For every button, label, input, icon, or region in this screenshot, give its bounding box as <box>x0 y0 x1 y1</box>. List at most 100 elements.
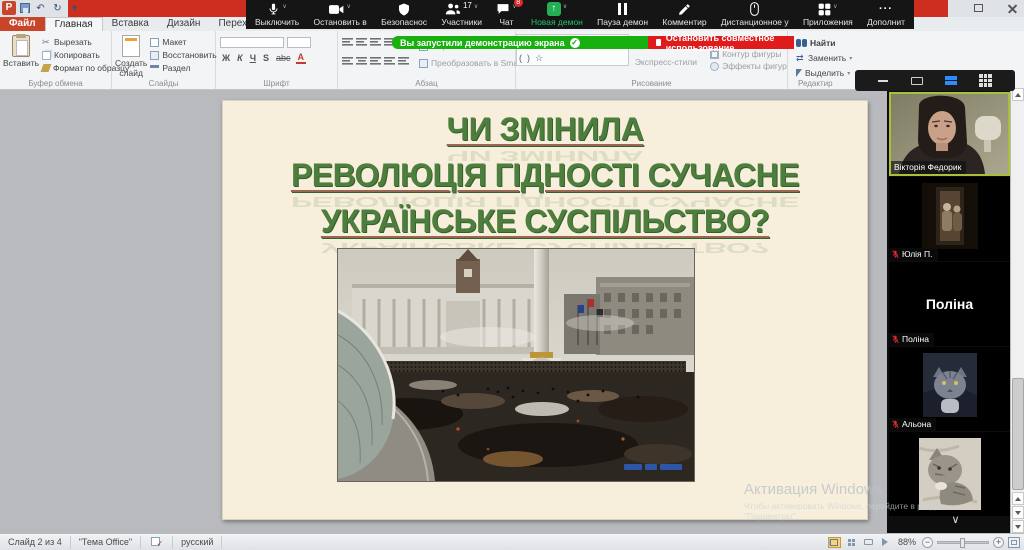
font-size-input[interactable] <box>287 37 311 48</box>
chat-button[interactable]: 8∨ Чат <box>493 0 519 29</box>
maidan-photo[interactable] <box>338 249 694 481</box>
scroll-down-button[interactable] <box>1012 520 1024 533</box>
shape-icon[interactable]: ☆ <box>535 51 543 65</box>
slide-indicator[interactable]: Слайд 2 из 4 <box>0 536 71 549</box>
new-share-button[interactable]: ↑∨ Новая демон <box>528 0 586 29</box>
shape-icon[interactable]: ( <box>519 51 522 65</box>
columns-icon[interactable] <box>398 57 409 65</box>
align-right-icon[interactable] <box>370 57 381 65</box>
stop-icon <box>656 39 661 46</box>
replace-button[interactable]: ⇄Заменить▾ <box>796 52 912 64</box>
undo-icon[interactable]: ↶ <box>34 2 47 15</box>
zoom-slider[interactable] <box>937 541 989 544</box>
reset-button[interactable]: Восстановить <box>150 49 216 61</box>
chevron-down-icon[interactable]: ∨ <box>346 3 350 10</box>
clipboard-icon <box>12 35 30 57</box>
zoom-out-button[interactable]: − <box>922 537 933 548</box>
bold-icon[interactable]: Ж <box>220 53 232 63</box>
participant-tile[interactable]: Поліна Поліна <box>889 262 1010 346</box>
slide-title[interactable]: ЧИ ЗМІНИЛАЧИ ЗМІНИЛА РЕВОЛЮЦІЯ ГІДНОСТІ … <box>233 109 857 247</box>
slide-sorter-view-button[interactable] <box>845 537 858 548</box>
indent-icon[interactable] <box>370 38 381 46</box>
more-button[interactable]: ··· Дополнит <box>864 0 908 29</box>
bullets-icon[interactable] <box>342 38 353 46</box>
zoom-in-button[interactable]: + <box>993 537 1004 548</box>
align-center-icon[interactable] <box>356 57 367 65</box>
numbering-icon[interactable] <box>356 38 367 46</box>
close-button[interactable] <box>1002 2 1022 15</box>
save-icon[interactable] <box>20 3 30 13</box>
scroll-split-down-button[interactable] <box>1012 506 1024 519</box>
security-button[interactable]: Безопаснос <box>378 0 430 29</box>
underline-icon[interactable]: Ч <box>248 53 258 63</box>
participant-name-label: Вікторія Федорик <box>891 161 966 174</box>
redo-icon[interactable]: ↻ <box>51 2 64 15</box>
chevron-down-icon[interactable]: ∨ <box>474 3 478 10</box>
participant-tile[interactable]: Вікторія Федорик <box>889 92 1010 176</box>
minimize-video-icon[interactable] <box>878 80 888 82</box>
apps-button[interactable]: ∨ Приложения <box>800 0 856 29</box>
participant-tile[interactable] <box>889 432 1010 516</box>
brush-icon <box>41 64 52 72</box>
spellcheck-button[interactable] <box>141 536 173 549</box>
italic-icon[interactable]: К <box>235 53 245 63</box>
more-label: Дополнит <box>867 17 905 27</box>
stop-video-button[interactable]: ∨ Остановить в <box>311 0 370 29</box>
maximize-button[interactable] <box>968 2 988 15</box>
speaker-view-icon[interactable] <box>911 77 923 85</box>
participant-tile[interactable]: Юлія П. <box>889 177 1010 261</box>
language-indicator[interactable]: русский <box>173 536 222 549</box>
group-slides: Создать слайд Макет Восстановить Раздел … <box>112 31 216 89</box>
layout-button[interactable]: Макет <box>150 36 216 48</box>
new-slide-button[interactable]: Создать слайд <box>115 35 147 78</box>
tab-insert[interactable]: Вставка <box>103 17 158 31</box>
qat-dropdown-icon[interactable]: ▾ <box>68 2 81 15</box>
justify-icon[interactable] <box>384 57 395 65</box>
mute-button[interactable]: ∨ Выключить <box>252 0 302 29</box>
chevron-down-icon[interactable]: ∨ <box>282 3 286 10</box>
strikethrough-icon[interactable]: abc <box>274 53 293 63</box>
font-color-icon[interactable]: A <box>296 52 307 64</box>
annotate-button[interactable]: Комментир <box>659 0 709 29</box>
zoom-level[interactable]: 88% <box>898 537 916 547</box>
theme-indicator[interactable]: "Тема Office" <box>71 536 141 549</box>
powerpoint-logo-icon[interactable]: P <box>2 1 16 15</box>
tab-file[interactable]: Файл <box>0 17 45 31</box>
chevron-down-icon[interactable]: ∨ <box>563 3 567 10</box>
normal-view-button[interactable] <box>828 537 841 548</box>
fit-slide-to-window-button[interactable] <box>1008 537 1020 548</box>
shape-icon[interactable]: ) <box>527 51 530 65</box>
align-left-icon[interactable] <box>342 57 353 65</box>
stop-share-button[interactable]: Остановить совместное использование <box>648 36 794 49</box>
section-button[interactable]: Раздел <box>150 62 216 74</box>
reading-view-button[interactable] <box>862 537 875 548</box>
scissors-icon: ✂ <box>42 38 51 47</box>
scroll-split-up-button[interactable] <box>1012 492 1024 505</box>
participant-name-label: Альона <box>889 418 936 431</box>
spellcheck-icon <box>151 537 162 548</box>
slideshow-view-button[interactable] <box>879 537 892 548</box>
zoom-slider-thumb[interactable] <box>960 538 965 548</box>
pause-share-button[interactable]: Пауза демон <box>594 0 651 29</box>
remote-control-button[interactable]: Дистанционное у <box>718 0 792 29</box>
collapse-videos-chevron[interactable]: ∨ <box>951 515 959 525</box>
participants-button[interactable]: 17∨ Участники <box>438 0 485 29</box>
sidebar-scrollbar[interactable] <box>1010 88 1024 533</box>
scrollbar-thumb[interactable] <box>1012 378 1024 490</box>
participant-tile[interactable]: Альона <box>889 347 1010 431</box>
shape-effects-button[interactable]: Эффекты фигур <box>710 60 787 72</box>
paste-button[interactable]: Вставить <box>3 35 39 73</box>
video-view-toolbar <box>855 70 1015 91</box>
chevron-down-icon[interactable]: ∨ <box>833 3 837 10</box>
tab-home[interactable]: Главная <box>45 17 103 31</box>
strip-view-icon[interactable] <box>945 76 957 85</box>
quick-styles-button[interactable]: Экспресс-стили <box>635 56 702 68</box>
find-button[interactable]: Найти <box>796 37 912 49</box>
slide-canvas[interactable]: ЧИ ЗМІНИЛАЧИ ЗМІНИЛА РЕВОЛЮЦІЯ ГІДНОСТІ … <box>222 100 868 520</box>
slide-title-line: ЧИ ЗМІНИЛА <box>233 109 857 149</box>
shadow-icon[interactable]: S <box>261 53 271 63</box>
annotate-label: Комментир <box>662 17 706 27</box>
tab-design[interactable]: Дизайн <box>158 17 210 31</box>
font-name-input[interactable] <box>220 37 284 48</box>
gallery-view-icon[interactable] <box>979 74 992 87</box>
